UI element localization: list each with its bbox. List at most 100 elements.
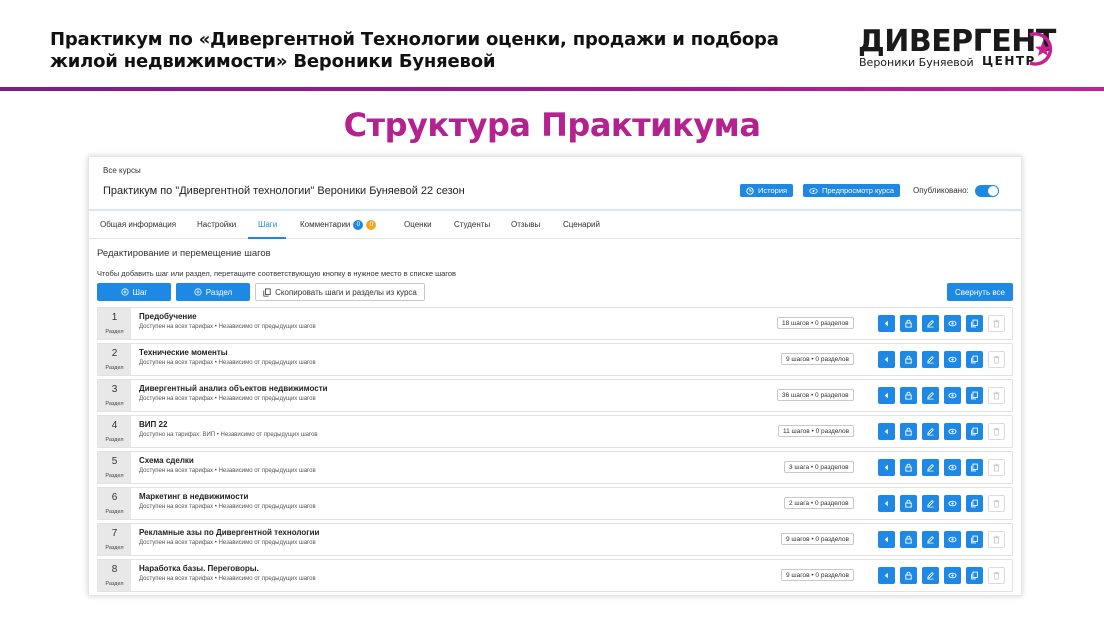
section-name[interactable]: ВИП 22 <box>139 420 167 429</box>
arrow-left-action-button[interactable] <box>878 531 895 548</box>
copy-action-button[interactable] <box>966 423 983 440</box>
eye-action-button[interactable] <box>944 315 961 332</box>
section-row[interactable]: 2 Раздел Технические моменты Доступен на вс… <box>97 343 1013 376</box>
copy-action-button[interactable] <box>966 351 983 368</box>
history-button[interactable]: История <box>740 184 794 197</box>
section-number-cell[interactable]: 5 Раздел <box>98 452 131 483</box>
lock-action-button[interactable] <box>900 351 917 368</box>
lock-action-button[interactable] <box>900 531 917 548</box>
section-number-cell[interactable]: 4 Раздел <box>98 416 131 447</box>
section-number-cell[interactable]: 2 Раздел <box>98 344 131 375</box>
eye-action-button[interactable] <box>944 567 961 584</box>
section-name[interactable]: Наработка базы. Переговоры. <box>139 564 259 573</box>
trash-action-button[interactable] <box>988 459 1005 476</box>
section-name[interactable]: Схема сделки <box>139 456 194 465</box>
section-number: 7 <box>111 528 118 539</box>
section-row[interactable]: 4 Раздел ВИП 22 Доступно на тарифах: ВИП • … <box>97 415 1013 448</box>
section-dependency: Независимо от предыдущих шагов <box>218 468 316 474</box>
arrow-left-action-button[interactable] <box>878 495 895 512</box>
section-meta: Доступен на всех тарифах • Независимо от… <box>139 504 316 510</box>
tab-steps[interactable]: Шаги <box>258 220 277 229</box>
section-row[interactable]: 5 Раздел Схема сделки Доступен на всех тари… <box>97 451 1013 484</box>
edit-action-button[interactable] <box>922 351 939 368</box>
trash-action-button[interactable] <box>988 495 1005 512</box>
collapse-all-button[interactable]: Свернуть все <box>947 283 1013 301</box>
section-number-cell[interactable]: 3 Раздел <box>98 380 131 411</box>
section-name[interactable]: Рекламные азы по Дивергентной технологии <box>139 528 319 537</box>
lock-action-button[interactable] <box>900 495 917 512</box>
lock-action-button[interactable] <box>900 315 917 332</box>
section-count-badge: 18 шагов • 0 разделов <box>777 317 854 329</box>
breadcrumb-all-courses[interactable]: Все курсы <box>103 166 141 175</box>
section-number-cell[interactable]: 8 Раздел <box>98 560 131 591</box>
lock-action-button[interactable] <box>900 387 917 404</box>
edit-action-button[interactable] <box>922 315 939 332</box>
trash-action-button[interactable] <box>988 567 1005 584</box>
copy-action-button[interactable] <box>966 567 983 584</box>
trash-action-button[interactable] <box>988 315 1005 332</box>
arrow-left-action-button[interactable] <box>878 387 895 404</box>
edit-action-button[interactable] <box>922 387 939 404</box>
trash-action-button[interactable] <box>988 351 1005 368</box>
section-row[interactable]: 3 Раздел Дивергентный анализ объектов недв… <box>97 379 1013 412</box>
tab-comments[interactable]: Комментарии 0 0 <box>300 220 377 230</box>
eye-action-button[interactable] <box>944 459 961 476</box>
eye-action-button[interactable] <box>944 423 961 440</box>
lock-icon <box>905 535 912 544</box>
tab-grades[interactable]: Оценки <box>404 220 432 229</box>
section-meta: Доступно на тарифах: ВИП • Независимо от… <box>139 432 318 438</box>
section-name[interactable]: Предобучение <box>139 312 197 321</box>
section-row[interactable]: 7 Раздел Рекламные азы по Дивергентной тех… <box>97 523 1013 556</box>
lock-action-button[interactable] <box>900 459 917 476</box>
section-count-badge: 36 шагов • 0 разделов <box>777 389 854 401</box>
arrow-left-action-button[interactable] <box>878 351 895 368</box>
section-number-cell[interactable]: 7 Раздел <box>98 524 131 555</box>
tab-settings[interactable]: Настройки <box>197 220 236 229</box>
arrow-left-action-button[interactable] <box>878 567 895 584</box>
published-toggle[interactable] <box>975 185 999 197</box>
section-name[interactable]: Маркетинг в недвижимости <box>139 492 248 501</box>
edit-action-button[interactable] <box>922 423 939 440</box>
section-access: Доступно на тарифах: ВИП <box>139 432 216 438</box>
preview-course-button[interactable]: Предпросмотр курса <box>803 184 901 197</box>
lock-action-button[interactable] <box>900 567 917 584</box>
tab-students[interactable]: Студенты <box>454 220 490 229</box>
copy-action-button[interactable] <box>966 531 983 548</box>
header-divider <box>0 87 1104 91</box>
lock-action-button[interactable] <box>900 423 917 440</box>
arrow-left-action-button[interactable] <box>878 423 895 440</box>
copy-action-button[interactable] <box>966 459 983 476</box>
tab-scenario[interactable]: Сценарий <box>563 220 600 229</box>
arrow-left-action-button[interactable] <box>878 459 895 476</box>
tab-reviews[interactable]: Отзывы <box>511 220 540 229</box>
arrow-left-action-button[interactable] <box>878 315 895 332</box>
add-section-button[interactable]: Раздел <box>176 283 250 301</box>
edit-action-button[interactable] <box>922 495 939 512</box>
copy-action-button[interactable] <box>966 315 983 332</box>
eye-action-button[interactable] <box>944 351 961 368</box>
copy-action-button[interactable] <box>966 387 983 404</box>
tab-general-info[interactable]: Общая информация <box>100 220 176 229</box>
trash-action-button[interactable] <box>988 387 1005 404</box>
eye-action-button[interactable] <box>944 531 961 548</box>
section-row[interactable]: 8 Раздел Наработка базы. Переговоры. Доступ… <box>97 559 1013 592</box>
eye-action-button[interactable] <box>944 387 961 404</box>
copy-action-button[interactable] <box>966 495 983 512</box>
section-name[interactable]: Дивергентный анализ объектов недвижимост… <box>139 384 328 393</box>
trash-action-button[interactable] <box>988 423 1005 440</box>
eye-icon <box>948 464 957 471</box>
section-row[interactable]: 6 Раздел Маркетинг в недвижимости Доступен … <box>97 487 1013 520</box>
edit-action-button[interactable] <box>922 531 939 548</box>
eye-action-button[interactable] <box>944 495 961 512</box>
edit-action-button[interactable] <box>922 459 939 476</box>
section-row[interactable]: 1 Раздел Предобучение Доступен на всех тари… <box>97 307 1013 340</box>
edit-action-button[interactable] <box>922 567 939 584</box>
trash-action-button[interactable] <box>988 531 1005 548</box>
section-number-cell[interactable]: 6 Раздел <box>98 488 131 519</box>
add-step-button[interactable]: Шаг <box>97 283 171 301</box>
section-name[interactable]: Технические моменты <box>139 348 228 357</box>
section-number-cell[interactable]: 1 Раздел <box>98 308 131 339</box>
lock-icon <box>905 391 912 400</box>
section-type-label: Раздел <box>105 365 124 371</box>
copy-from-course-button[interactable]: Скопировать шаги и разделы из курса <box>255 283 425 301</box>
